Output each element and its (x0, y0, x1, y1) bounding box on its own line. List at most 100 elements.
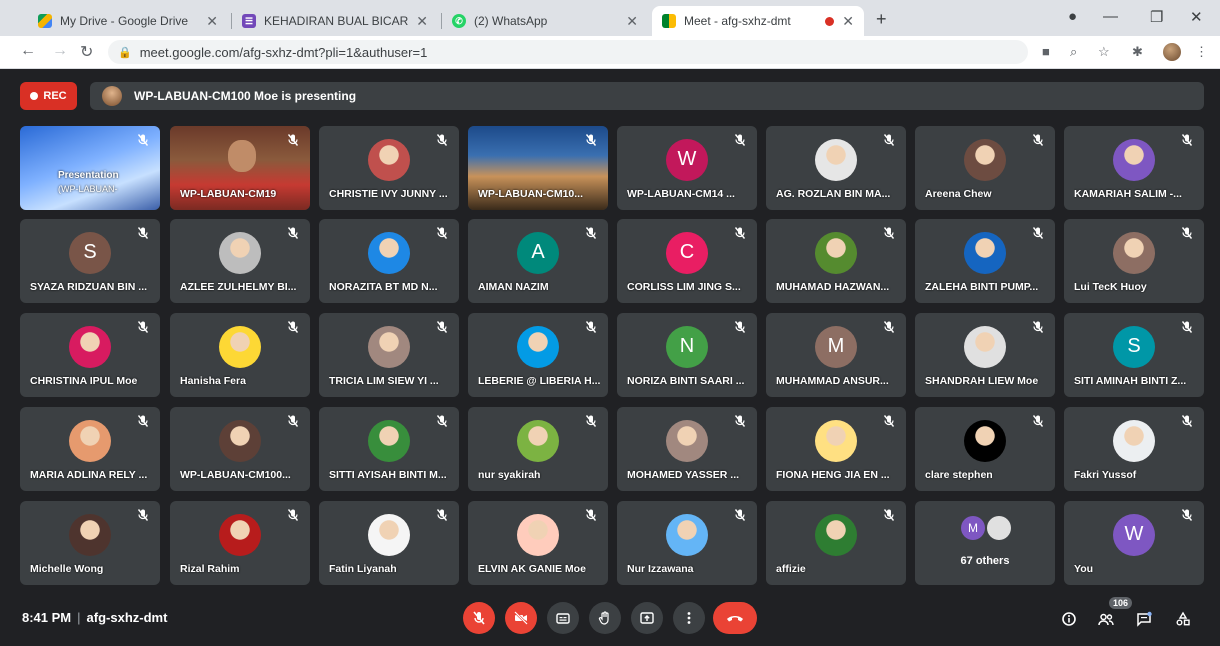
participant-tile[interactable]: A AIMAN NAZIM (468, 219, 608, 303)
participant-tile[interactable]: NORAZITA BT MD N... (319, 219, 459, 303)
participant-tile[interactable]: clare stephen (915, 407, 1055, 491)
participant-tile[interactable]: nur syakirah (468, 407, 608, 491)
people-button[interactable] (1095, 608, 1117, 630)
zoom-icon[interactable]: ⌕ (1070, 44, 1077, 60)
participant-tile[interactable]: Fatin Liyanah (319, 501, 459, 585)
avatar (517, 513, 559, 556)
participant-tile[interactable]: Presentation (WP-LABUAN- (20, 126, 160, 210)
avatar-letter: W (677, 148, 697, 171)
close-window-button[interactable]: ✕ (1190, 8, 1203, 26)
participant-tile[interactable]: AZLEE ZULHELMY BI... (170, 219, 310, 303)
meeting-time: 8:41 PM (22, 610, 72, 625)
chrome-profile-icon[interactable]: ● (1068, 8, 1077, 25)
participant-tile[interactable]: WP-LABUAN-CM100... (170, 407, 310, 491)
avatar (815, 513, 857, 556)
participant-tile[interactable]: M MUHAMMAD ANSUR... (766, 313, 906, 397)
captions-button[interactable] (547, 602, 579, 634)
bookmark-star-icon[interactable]: ☆ (1098, 44, 1110, 60)
person-head (228, 140, 256, 172)
tab-title: Meet - afg-sxhz-dmt (684, 14, 791, 28)
close-icon[interactable]: ✕ (626, 13, 638, 30)
more-vert-icon[interactable]: ⋮ (1195, 44, 1208, 60)
info-icon (1062, 612, 1076, 626)
participant-tile[interactable]: C CORLISS LIM JING S... (617, 219, 757, 303)
leave-call-button[interactable] (713, 602, 757, 634)
meeting-details-button[interactable] (1058, 608, 1080, 630)
participant-tile[interactable]: SITTI AYISAH BINTI M... (319, 407, 459, 491)
mic-off-icon (734, 227, 746, 239)
tab-google-meet[interactable]: Meet - afg-sxhz-dmt ✕ (652, 6, 864, 36)
participant-tile[interactable]: LEBERIE @ LIBERIA H... (468, 313, 608, 397)
presenting-banner: WP-LABUAN-CM100 Moe is presenting (90, 82, 1204, 110)
mic-off-icon (137, 509, 149, 521)
mic-toggle-button[interactable] (463, 602, 495, 634)
others-tile[interactable]: M 67 others (915, 501, 1055, 585)
avatar (964, 419, 1006, 462)
camera-in-use-icon[interactable]: ■ (1042, 44, 1050, 59)
participant-tile[interactable]: N NORIZA BINTI SAARI ... (617, 313, 757, 397)
participant-tile[interactable]: Fakri Yussof (1064, 407, 1204, 491)
participant-name: CHRISTIE IVY JUNNY ... (329, 188, 448, 200)
participant-tile[interactable]: AG. ROZLAN BIN MA... (766, 126, 906, 210)
participant-tile[interactable]: MOHAMED YASSER ... (617, 407, 757, 491)
closed-captions-icon (556, 613, 570, 624)
participant-tile[interactable]: W WP-LABUAN-CM14 ... (617, 126, 757, 210)
participant-name: WP-LABUAN-CM10... (478, 188, 583, 200)
participant-tile[interactable]: Areena Chew (915, 126, 1055, 210)
close-icon[interactable]: ✕ (842, 13, 854, 30)
avatar-letter: S (83, 241, 97, 264)
participant-tile[interactable]: WP-LABUAN-CM19 (170, 126, 310, 210)
activities-button[interactable] (1172, 608, 1194, 630)
extensions-icon[interactable]: ✱ (1132, 44, 1143, 60)
avatar-letter: M (827, 335, 845, 358)
participant-tile[interactable]: FIONA HENG JIA EN ... (766, 407, 906, 491)
participant-name: You (1074, 563, 1094, 575)
participant-name: Lui TecK Huoy (1074, 281, 1147, 293)
reload-button[interactable]: ↻ (80, 42, 93, 62)
camera-toggle-button[interactable] (505, 602, 537, 634)
participant-tile[interactable]: MUHAMAD HAZWAN... (766, 219, 906, 303)
present-now-button[interactable] (631, 602, 663, 634)
avatar[interactable] (1163, 43, 1181, 61)
participant-name: AG. ROZLAN BIN MA... (776, 188, 891, 200)
participant-name: NORAZITA BT MD N... (329, 281, 438, 293)
participant-tile[interactable]: TRICIA LIM SIEW YI ... (319, 313, 459, 397)
participant-tile[interactable]: ZALEHA BINTI PUMP... (915, 219, 1055, 303)
minimize-button[interactable]: — (1103, 8, 1118, 25)
mic-off-icon (287, 227, 299, 239)
new-tab-button[interactable]: + (876, 9, 887, 30)
participant-tile[interactable]: Rizal Rahim (170, 501, 310, 585)
participant-tile[interactable]: Hanisha Fera (170, 313, 310, 397)
participant-tile[interactable]: Lui TecK Huoy (1064, 219, 1204, 303)
participant-tile[interactable]: KAMARIAH SALIM -... (1064, 126, 1204, 210)
recording-badge[interactable]: REC (20, 82, 77, 110)
close-icon[interactable]: ✕ (416, 13, 428, 30)
participant-tile[interactable]: S SITI AMINAH BINTI Z... (1064, 313, 1204, 397)
participant-tile[interactable]: Michelle Wong (20, 501, 160, 585)
tab-kehadiran-form[interactable]: ☰ KEHADIRAN BUAL BICARA CIKGU ✕ (232, 6, 438, 36)
raise-hand-button[interactable] (589, 602, 621, 634)
participant-tile[interactable]: ELVIN AK GANIE Moe (468, 501, 608, 585)
participant-name: Fakri Yussof (1074, 469, 1137, 481)
participant-tile[interactable]: affizie (766, 501, 906, 585)
forward-button[interactable]: → (52, 42, 68, 60)
more-options-button[interactable] (673, 602, 705, 634)
participant-tile[interactable]: WP-LABUAN-CM10... (468, 126, 608, 210)
participant-tile[interactable]: W You (1064, 501, 1204, 585)
participant-tile[interactable]: MARIA ADLINA RELY ... (20, 407, 160, 491)
tab-google-drive[interactable]: My Drive - Google Drive ✕ (28, 6, 228, 36)
participant-tile[interactable]: SHANDRAH LIEW Moe (915, 313, 1055, 397)
mic-off-icon (287, 134, 299, 146)
back-button[interactable]: ← (20, 42, 36, 60)
participant-tile[interactable]: CHRISTINA IPUL Moe (20, 313, 160, 397)
chat-button[interactable] (1133, 608, 1155, 630)
participant-tile[interactable]: S SYAZA RIDZUAN BIN ... (20, 219, 160, 303)
participant-tile[interactable]: Nur Izzawana (617, 501, 757, 585)
tab-whatsapp[interactable]: ✆ (2) WhatsApp ✕ (442, 6, 648, 36)
close-icon[interactable]: ✕ (206, 13, 218, 30)
address-bar[interactable]: 🔒 meet.google.com/afg-sxhz-dmt?pli=1&aut… (108, 40, 1028, 64)
participant-tile[interactable]: CHRISTIE IVY JUNNY ... (319, 126, 459, 210)
restore-button[interactable]: ❐ (1150, 8, 1163, 26)
presenting-text: WP-LABUAN-CM100 Moe is presenting (134, 89, 357, 103)
presenter-avatar (102, 86, 122, 106)
